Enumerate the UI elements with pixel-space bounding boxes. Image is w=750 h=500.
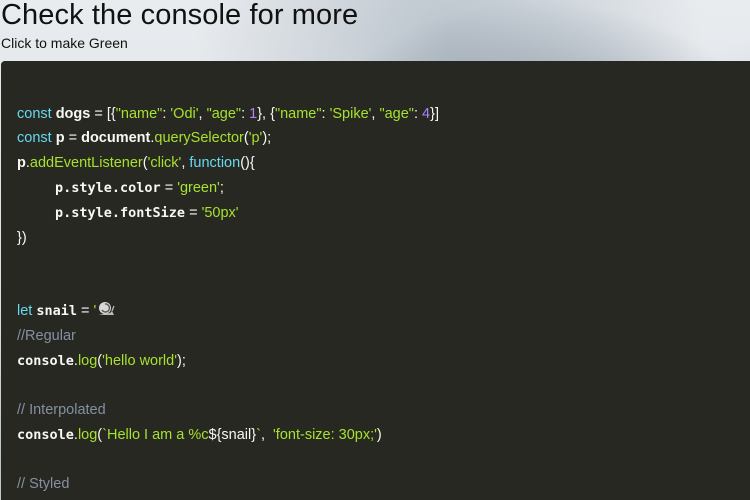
snail-icon [96,301,116,317]
punctuation: ); [262,130,272,146]
code-line-dogs: const dogs = [{"name": 'Odi', "age": 1},… [17,103,439,125]
string: 'green' [177,180,220,196]
function-name: log [77,353,98,369]
operator: = [185,205,202,221]
string: 'Spike' [329,106,372,122]
punctuation: : [321,106,330,122]
page-title: Check the console for more [1,0,359,31]
keyword: function [189,155,241,171]
code-line-console-regular: console.log('hello world'); [17,350,186,372]
string: "age" [379,106,414,122]
number: 1 [249,106,258,122]
operator: = [77,303,94,319]
variable: p [17,155,26,171]
variable: dogs [55,106,91,122]
punctuation: [{ [106,106,116,122]
object: console [17,427,74,443]
page-header: Check the console for more Click to make… [0,0,750,61]
template-interpolation: ${snail} [208,427,257,443]
string: 'font-size: 30px;' [273,427,377,443]
code-block: const dogs = [{"name": 'Odi', "age": 1},… [1,61,750,500]
string: '50px' [201,205,239,221]
variable: snail [36,303,77,319]
code-comment-interpolated: // Interpolated [17,399,106,421]
comment: // Interpolated [17,402,106,418]
string: 'hello world' [102,353,177,369]
code-line-console-interpolated: console.log(`Hello I am a %c${snail}`, '… [17,424,382,446]
punctuation: ; [219,180,224,196]
property: p.style.fontSize [55,205,186,221]
code-line-close: }) [17,227,27,249]
comment: // Styled [17,476,70,492]
punctuation: ) [376,427,382,443]
template-string: `Hello I am a %c [102,427,209,443]
code-line-listener: p.addEventListener('click', function(){ [17,152,255,174]
keyword: const [17,106,52,122]
code-line-p: const p = document.querySelector('p'); [17,127,271,149]
keyword: let [17,303,33,319]
comment: //Regular [17,328,76,344]
object: console [17,353,74,369]
string: 'Odi' [170,106,199,122]
punctuation: , [260,427,274,443]
operator: = [160,180,178,196]
code-line-snail: let snail = ' [17,300,116,322]
punctuation: (){ [240,155,255,171]
punctuation: : [413,106,423,122]
code-comment-regular: //Regular [17,325,76,347]
function-name: querySelector [154,130,244,146]
object: document [81,130,151,146]
string: "name" [274,106,322,122]
function-name: log [77,427,98,443]
variable: p [55,130,65,146]
string: "name" [115,106,163,122]
operator: = [90,106,107,122]
code-line-fontsize: p.style.fontSize = '50px' [17,202,239,224]
punctuation: }, { [257,106,275,122]
punctuation: : [241,106,250,122]
property: p.style.color [55,180,161,196]
punctuation: }] [430,106,439,122]
number: 4 [422,106,431,122]
code-comment-styled: // Styled [17,473,69,495]
string: 'click' [147,155,182,171]
punctuation: }) [17,230,27,246]
string: "age" [206,106,242,122]
click-to-make-green-paragraph[interactable]: Click to make Green [1,35,128,51]
keyword: const [17,130,52,146]
string: 'p' [248,130,263,146]
code-line-color: p.style.color = 'green'; [17,177,224,199]
function-name: addEventListener [29,155,143,171]
punctuation: , [198,106,207,122]
operator: = [64,130,82,146]
punctuation: ); [177,353,186,369]
